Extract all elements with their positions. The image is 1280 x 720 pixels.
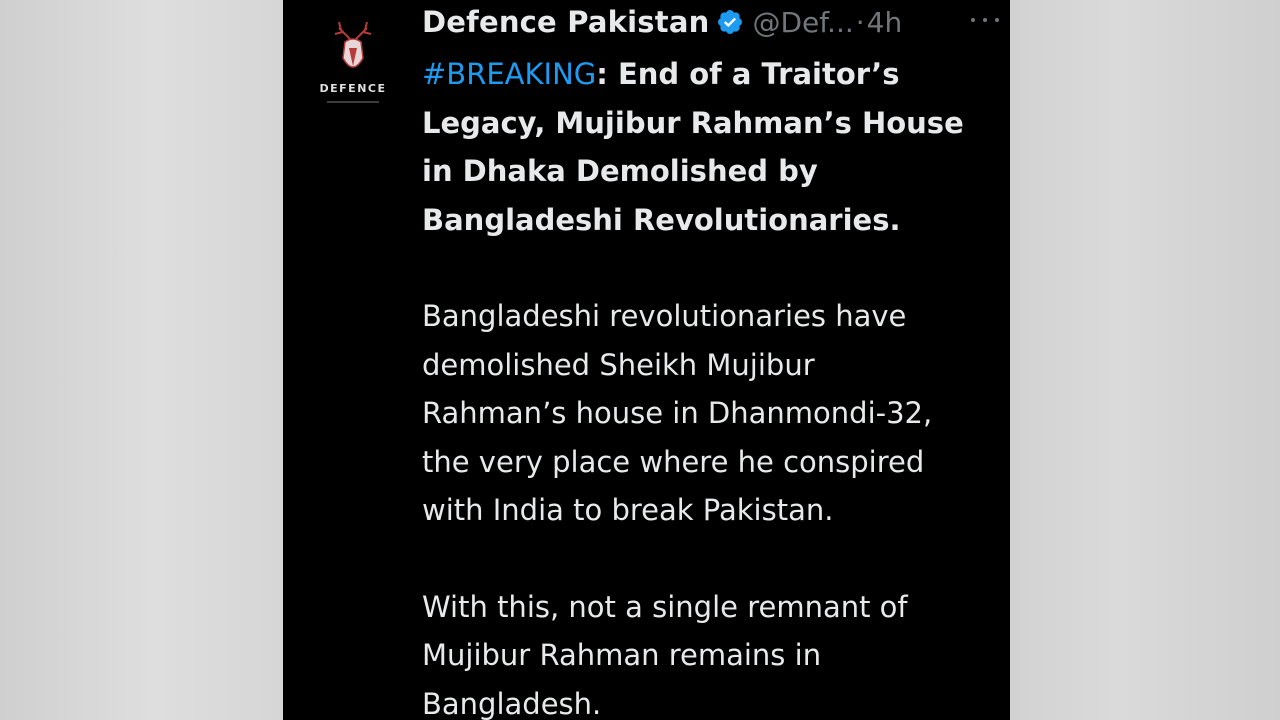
headline-line: in Dhaka Demolished by: [422, 154, 818, 188]
headline-line: Bangladeshi Revolutionaries.: [422, 202, 901, 237]
separator-dot: ·: [855, 5, 865, 39]
avatar-logo-text: DEFENCE: [320, 82, 387, 95]
headline-line: Legacy, Mujibur Rahman’s House: [422, 105, 964, 140]
avatar[interactable]: DEFENCE: [305, 12, 401, 112]
tweet-card: DEFENCE Defence Pakistan @Def... · 4h #B…: [283, 0, 1010, 720]
more-options-icon[interactable]: [971, 8, 999, 32]
verified-badge-icon[interactable]: [716, 8, 744, 36]
tweet-header: Defence Pakistan @Def... · 4h: [422, 2, 902, 42]
paragraph-line: Mujibur Rahman remains in: [422, 638, 822, 672]
author-display-name[interactable]: Defence Pakistan: [422, 5, 709, 39]
paragraph-line: demolished Sheikh Mujibur: [422, 347, 815, 382]
tweet-paragraph-1: Bangladeshi revolutionaries have demolis…: [422, 292, 1002, 535]
paragraph-line: the very place where he conspired: [422, 444, 925, 479]
headline-text: : End of a Traitor’s: [596, 57, 900, 91]
paragraph-line: Rahman’s house in Dhanmondi-32,: [422, 396, 933, 430]
background-right: [1010, 0, 1280, 720]
hashtag-link[interactable]: #BREAKING: [422, 57, 596, 91]
paragraph-line: with India to break Pakistan.: [422, 493, 834, 527]
paragraph-line: Bangladesh.: [422, 686, 602, 720]
headline-line: #BREAKING: End of a Traitor’s: [422, 50, 1002, 99]
paragraph-line: With this, not a single remnant of: [422, 589, 908, 624]
author-handle[interactable]: @Def...: [752, 6, 853, 39]
tweet-paragraph-2: With this, not a single remnant of Mujib…: [422, 583, 1002, 720]
paragraph-line: Bangladeshi revolutionaries have: [422, 299, 907, 333]
tweet-timestamp[interactable]: 4h: [867, 6, 903, 39]
tweet-body: #BREAKING: End of a Traitor’s Legacy, Mu…: [422, 50, 1002, 720]
tweet-headline: #BREAKING: End of a Traitor’s Legacy, Mu…: [422, 50, 1002, 244]
avatar-logo-icon: DEFENCE: [309, 21, 397, 103]
